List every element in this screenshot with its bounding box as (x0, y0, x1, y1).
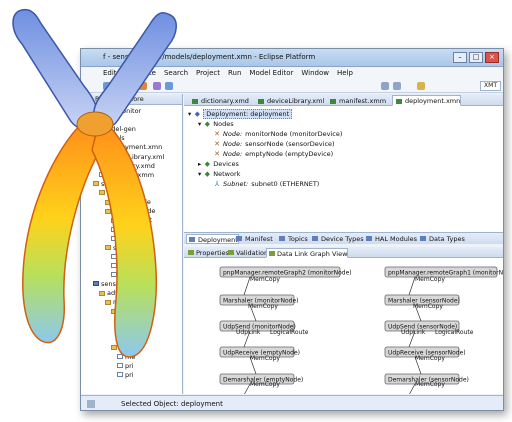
left-graph-node[interactable]: pnpManager.remoteGraph2 (monitorNode) (219, 266, 352, 278)
graph-node-label: pnpManager.remoteGraph2 (monitorNode) (223, 270, 352, 277)
devices-icon: ◆ (204, 160, 210, 168)
model-editor: dictionary.xmd deviceLibrary.xml manifes… (184, 94, 503, 244)
graph-edge-label: MemCopy (415, 355, 445, 362)
tab-validation[interactable]: Validation (226, 248, 268, 258)
deployment-icon: ◆ (194, 110, 200, 118)
tree-node-empty[interactable]: ✕ Node: emptyNode (emptyDevice) (214, 150, 333, 158)
tab-manifest[interactable]: manifest.xmm (326, 95, 387, 106)
subnet-icon: ⅄ (214, 180, 220, 188)
tab-properties[interactable]: Properties (186, 248, 229, 258)
menu-run[interactable]: Run (228, 68, 241, 79)
expand-icon: ▾ (198, 120, 202, 128)
menu-model-editor[interactable]: Model Editor (249, 68, 293, 79)
editor-page-tabs: Deployment Manifest Topics Device Types … (184, 232, 503, 244)
tree-network[interactable]: ▾ ◆ Network (198, 170, 240, 178)
page-icon (420, 236, 426, 241)
graph-edge-label: MemCopy (250, 355, 280, 362)
graph-edge-label: UdpLink (401, 329, 426, 336)
tab-deployment[interactable]: deployment.xmn (392, 95, 462, 106)
expand-icon: ▾ (198, 170, 202, 178)
chromosome-logo-icon (12, 8, 177, 358)
graph-edge-label: MemCopy (250, 381, 280, 388)
tree-devices[interactable]: ▸ ◆ Devices (198, 160, 239, 168)
forward-icon[interactable] (393, 82, 401, 90)
model-file-icon (258, 99, 264, 104)
graph-view-icon (269, 251, 275, 256)
page-icon (279, 236, 285, 241)
menu-help[interactable]: Help (337, 68, 353, 79)
network-icon: ◆ (204, 170, 210, 178)
view-tabs: Properties Validation Data Link Graph Vi… (184, 247, 503, 258)
tab-device-library[interactable]: deviceLibrary.xml (254, 95, 325, 106)
graph-edge-label: LogicalRoute (435, 329, 474, 336)
nav-icon[interactable] (417, 82, 425, 90)
graph-edge-label: MemCopy (413, 303, 443, 310)
graph-node-label: pnpManager.remoteGraph1 (monitorNode) (388, 270, 504, 277)
tab-page-manifest[interactable]: Manifest (234, 234, 273, 244)
tree-node-monitor[interactable]: ✕ Node: monitorNode (monitorDevice) (214, 130, 342, 138)
menu-project[interactable]: Project (196, 68, 220, 79)
graph-edge-label: UdpLink (236, 329, 261, 336)
tree-deployment[interactable]: ▾ ◆ Deployment: deployment (188, 109, 293, 119)
tab-page-data-types[interactable]: Data Types (418, 234, 465, 244)
maximize-button[interactable]: □ (469, 52, 483, 63)
minimize-button[interactable]: – (453, 52, 467, 63)
status-bar: Selected Object: deployment (81, 395, 503, 410)
graph-edge-label: MemCopy (415, 276, 445, 283)
editor-tabs: dictionary.xmd deviceLibrary.xml manifes… (184, 94, 503, 106)
collapse-icon: ▸ (198, 160, 202, 168)
nodes-icon: ◆ (204, 120, 210, 128)
status-text: Selected Object: deployment (121, 400, 223, 408)
close-button[interactable]: × (485, 52, 499, 63)
node-icon: ✕ (214, 150, 220, 158)
model-file-icon (192, 99, 198, 104)
tab-data-link-graph-view[interactable]: Data Link Graph View (266, 248, 349, 258)
tab-dictionary[interactable]: dictionary.xmd (188, 95, 250, 106)
tab-page-hal-modules[interactable]: HAL Modules (364, 234, 417, 244)
tree-subnet[interactable]: ⅄ Subnet: subnet0 (ETHERNET) (214, 180, 319, 188)
model-file-icon (396, 99, 402, 104)
tree-nodes[interactable]: ▾ ◆ Nodes (198, 120, 234, 128)
back-icon[interactable] (381, 82, 389, 90)
page-icon (366, 236, 372, 241)
graph-edge-label: MemCopy (248, 303, 278, 310)
node-icon: ✕ (214, 140, 220, 148)
data-link-graph: pnpManager.remoteGraph2 (monitorNode)Mar… (219, 266, 504, 394)
page-icon (236, 236, 242, 241)
tree-node-sensor[interactable]: ✕ Node: sensorNode (sensorDevice) (214, 140, 335, 148)
graph-edge-label: LogicalRoute (270, 329, 309, 336)
tab-page-topics[interactable]: Topics (277, 234, 308, 244)
menu-window[interactable]: Window (301, 68, 329, 79)
validation-icon (228, 250, 234, 255)
views-panel: Properties Validation Data Link Graph Vi… (184, 247, 504, 394)
model-file-icon (330, 99, 336, 104)
node-icon: ✕ (214, 130, 220, 138)
tab-page-device-types[interactable]: Device Types (310, 234, 364, 244)
page-icon (312, 236, 318, 241)
graph-edge-label: MemCopy (415, 381, 445, 388)
tab-page-deployment[interactable]: Deployment (186, 234, 239, 244)
perspective-button[interactable]: XMT (480, 81, 501, 91)
status-icon (87, 400, 95, 408)
graph-edge-label: MemCopy (250, 276, 280, 283)
